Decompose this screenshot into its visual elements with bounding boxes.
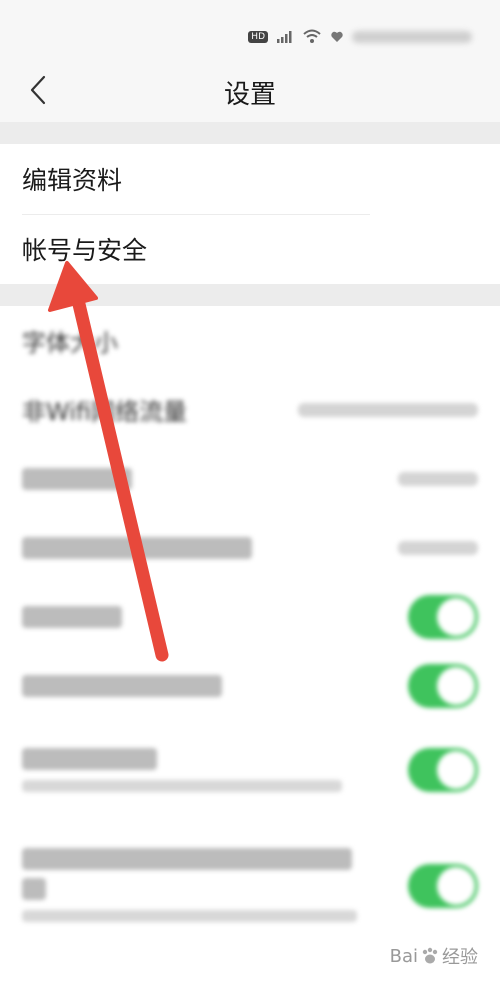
watermark-text-b: 经验 <box>442 947 478 968</box>
baidu-watermark: Bai 经验 <box>390 943 478 969</box>
watermark-text-a: Bai <box>389 945 418 967</box>
annotation-arrow <box>48 261 169 662</box>
paw-icon <box>422 947 438 964</box>
